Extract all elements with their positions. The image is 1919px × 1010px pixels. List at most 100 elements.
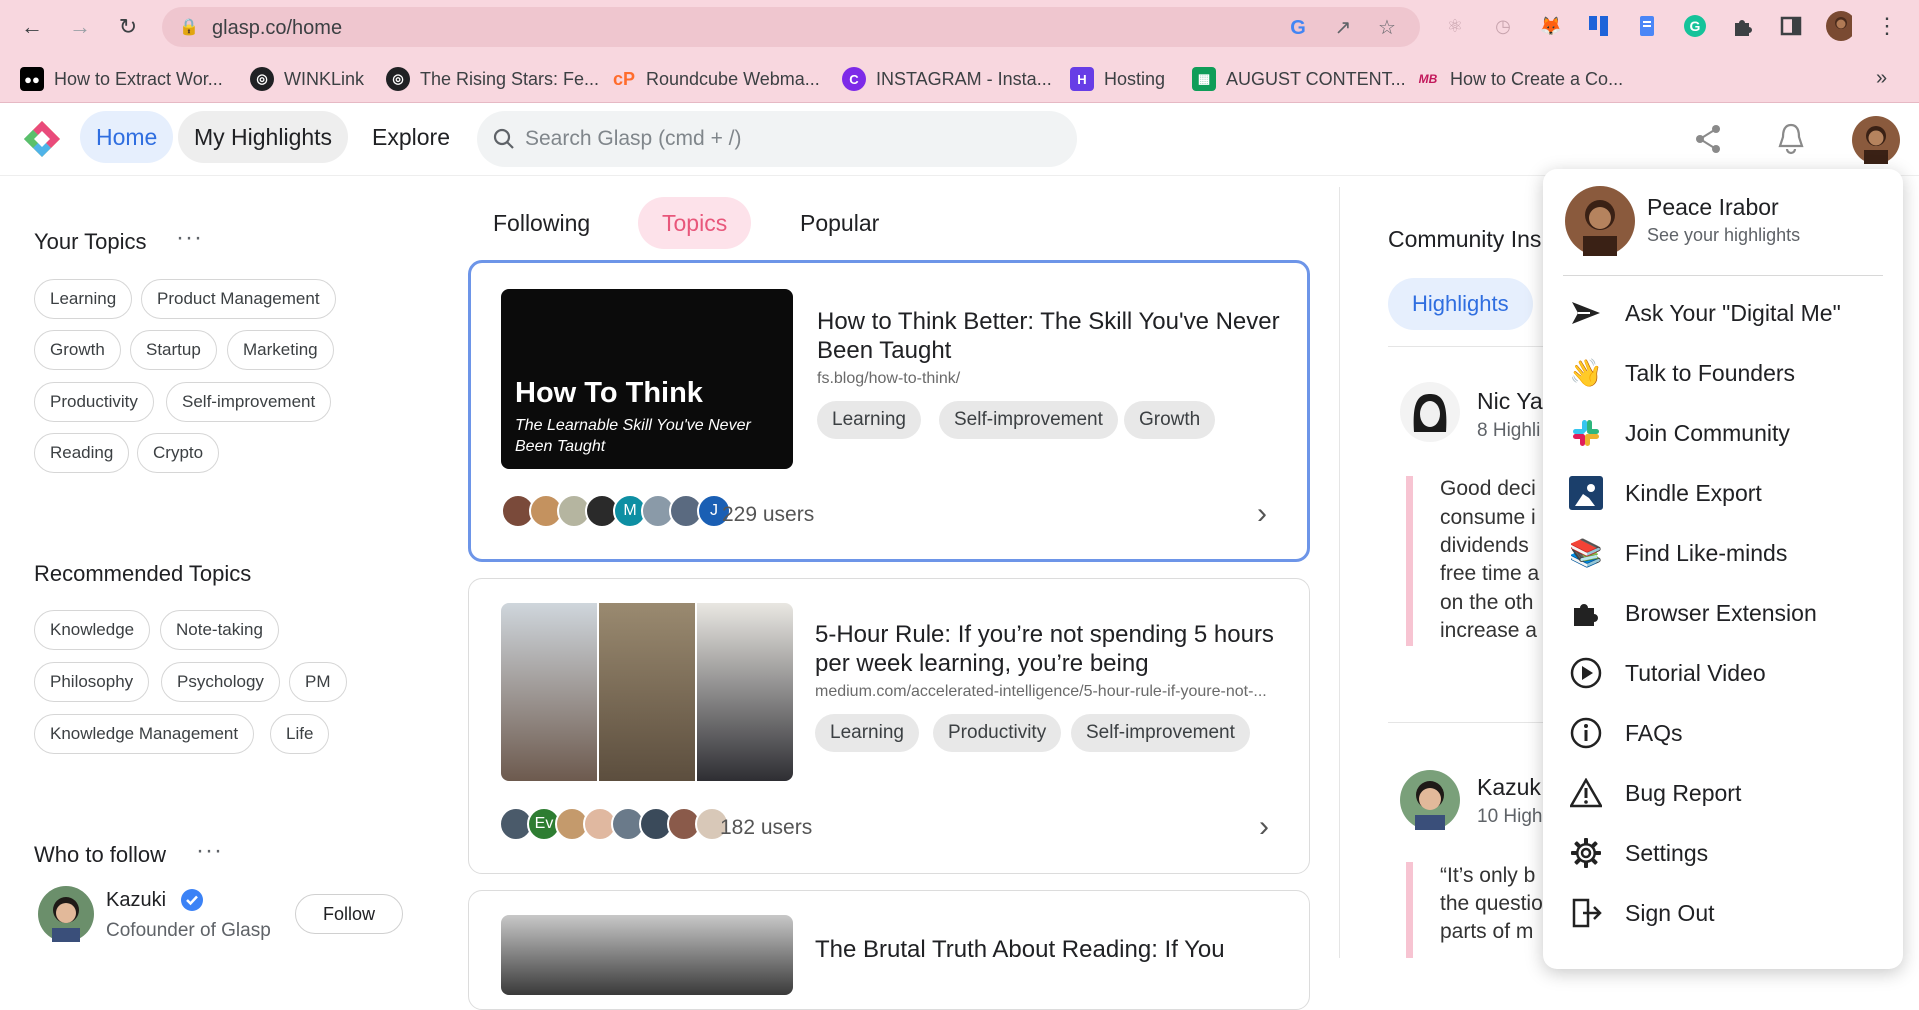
- topic-chip[interactable]: Growth: [34, 330, 121, 370]
- star-icon[interactable]: ☆: [1376, 17, 1398, 39]
- topic-chip[interactable]: PM: [289, 662, 347, 702]
- clock-extension-icon[interactable]: ◷: [1490, 13, 1516, 39]
- community-user-name[interactable]: Nic Ya: [1477, 388, 1543, 415]
- browser-menu-icon[interactable]: ⋮: [1874, 13, 1900, 39]
- users-count: 229 users: [722, 503, 815, 526]
- bookmarks-overflow-icon[interactable]: »: [1876, 67, 1887, 90]
- reader-avatars[interactable]: M J: [501, 494, 731, 528]
- menu-user-name[interactable]: Peace Irabor: [1647, 194, 1779, 221]
- profile-avatar[interactable]: [1826, 11, 1852, 41]
- topic-chip[interactable]: Reading: [34, 433, 130, 473]
- kazuki-avatar[interactable]: [1400, 770, 1460, 830]
- topic-tag[interactable]: Self-improvement: [1071, 714, 1250, 752]
- topic-chip[interactable]: Startup: [130, 330, 217, 370]
- community-user-name[interactable]: Kazuk: [1477, 774, 1541, 801]
- wave-icon: 👋: [1569, 358, 1603, 388]
- menu-user-avatar[interactable]: [1565, 186, 1635, 256]
- url-text[interactable]: glasp.co/home: [212, 17, 342, 40]
- bookmark-item[interactable]: C INSTAGRAM - Insta...: [842, 67, 1052, 91]
- article-thumbnail[interactable]: [501, 603, 793, 781]
- grammarly-icon[interactable]: G: [1682, 13, 1708, 39]
- bell-icon[interactable]: [1776, 122, 1806, 156]
- gear-icon: [1569, 836, 1603, 870]
- share-icon[interactable]: [1694, 124, 1722, 154]
- topic-chip[interactable]: Philosophy: [34, 662, 150, 702]
- topic-chip[interactable]: Productivity: [34, 382, 154, 422]
- nic-avatar[interactable]: [1400, 382, 1460, 442]
- menu-item-browser-extension[interactable]: Browser Extension: [1569, 596, 1817, 630]
- topic-chip[interactable]: Self-improvement: [166, 382, 332, 422]
- tab-following[interactable]: Following: [469, 197, 614, 249]
- google-icon[interactable]: G: [1287, 17, 1309, 39]
- topic-tag[interactable]: Learning: [815, 714, 919, 752]
- topic-chip[interactable]: Psychology: [161, 662, 280, 702]
- bookmark-item[interactable]: cP Roundcube Webma...: [612, 67, 820, 91]
- menu-item-ask-digital-me[interactable]: Ask Your "Digital Me": [1569, 296, 1841, 330]
- topic-tag[interactable]: Self-improvement: [939, 401, 1118, 439]
- article-thumbnail[interactable]: [501, 915, 793, 995]
- topic-chip[interactable]: Crypto: [137, 433, 220, 473]
- bookmark-item[interactable]: MB How to Create a Co...: [1416, 67, 1623, 91]
- nav-explore[interactable]: Explore: [356, 111, 466, 163]
- bookmark-item[interactable]: ◎ WINKLink: [250, 67, 364, 91]
- topic-chip[interactable]: Life: [270, 714, 330, 754]
- follow-name[interactable]: Kazuki: [106, 889, 166, 912]
- menu-item-settings[interactable]: Settings: [1569, 836, 1708, 870]
- side-panel-icon[interactable]: [1778, 13, 1804, 39]
- glasp-logo[interactable]: [22, 119, 62, 159]
- article-thumbnail[interactable]: How To Think The Learnable Skill You've …: [501, 289, 793, 469]
- chevron-right-icon[interactable]: ›: [1257, 497, 1267, 531]
- reload-icon[interactable]: ↻: [114, 13, 142, 41]
- menu-item-join-community[interactable]: Join Community: [1569, 416, 1790, 450]
- back-icon[interactable]: ←: [18, 13, 46, 41]
- article-card[interactable]: 5-Hour Rule: If you’re not spending 5 ho…: [468, 578, 1310, 874]
- topic-tag[interactable]: Growth: [1124, 401, 1216, 439]
- follow-button[interactable]: Follow: [295, 894, 403, 934]
- bookmark-item[interactable]: ●● How to Extract Wor...: [20, 67, 223, 91]
- atom-extension-icon[interactable]: ⚛: [1442, 13, 1468, 39]
- extensions-puzzle-icon[interactable]: [1730, 13, 1756, 39]
- article-card[interactable]: How To Think The Learnable Skill You've …: [468, 260, 1310, 562]
- tab-topics[interactable]: Topics: [638, 197, 752, 249]
- trello-extension-icon[interactable]: [1586, 13, 1612, 39]
- chevron-right-icon[interactable]: ›: [1259, 810, 1269, 844]
- topic-chip[interactable]: Note-taking: [160, 610, 279, 650]
- menu-item-bug-report[interactable]: Bug Report: [1569, 776, 1741, 810]
- kazuki-avatar[interactable]: [38, 886, 94, 942]
- menu-item-kindle-export[interactable]: Kindle Export: [1569, 476, 1762, 510]
- menu-item-tutorial-video[interactable]: Tutorial Video: [1569, 656, 1766, 690]
- share-icon[interactable]: ↗: [1332, 17, 1354, 39]
- menu-user-sub[interactable]: See your highlights: [1647, 225, 1800, 246]
- address-bar[interactable]: 🔒 glasp.co/home G ↗ ☆: [162, 7, 1420, 47]
- metamask-icon[interactable]: 🦊: [1538, 13, 1564, 39]
- topic-chip[interactable]: Product Management: [141, 279, 336, 319]
- nav-home[interactable]: Home: [80, 111, 174, 163]
- bookmark-item[interactable]: ▦ AUGUST CONTENT...: [1192, 67, 1406, 91]
- menu-item-talk-to-founders[interactable]: 👋 Talk to Founders: [1569, 356, 1795, 390]
- article-title[interactable]: The Brutal Truth About Reading: If You: [815, 935, 1285, 964]
- tab-highlights[interactable]: Highlights: [1388, 278, 1533, 330]
- user-avatar[interactable]: [1852, 116, 1900, 164]
- topic-chip[interactable]: Learning: [34, 279, 133, 319]
- bookmark-item[interactable]: H Hosting: [1070, 67, 1165, 91]
- search-input[interactable]: Search Glasp (cmd + /): [477, 111, 1077, 167]
- bookmark-item[interactable]: ◎ The Rising Stars: Fe...: [386, 67, 599, 91]
- more-options-icon[interactable]: ···: [176, 224, 203, 252]
- topic-chip[interactable]: Marketing: [227, 330, 334, 370]
- tab-popular[interactable]: Popular: [776, 197, 903, 249]
- topic-chip[interactable]: Knowledge: [34, 610, 151, 650]
- nav-my-highlights[interactable]: My Highlights: [178, 111, 349, 163]
- menu-item-find-like-minds[interactable]: 📚 Find Like-minds: [1569, 536, 1787, 570]
- article-title[interactable]: 5-Hour Rule: If you’re not spending 5 ho…: [815, 620, 1285, 678]
- topic-chip[interactable]: Knowledge Management: [34, 714, 255, 754]
- topic-tag[interactable]: Learning: [817, 401, 921, 439]
- article-title[interactable]: How to Think Better: The Skill You've Ne…: [817, 307, 1287, 365]
- menu-item-faqs[interactable]: FAQs: [1569, 716, 1683, 750]
- more-options-icon[interactable]: ···: [196, 837, 223, 865]
- article-card[interactable]: The Brutal Truth About Reading: If You: [468, 890, 1310, 1010]
- menu-item-sign-out[interactable]: Sign Out: [1569, 896, 1715, 930]
- reader-avatars[interactable]: Ev: [499, 807, 729, 841]
- forward-icon[interactable]: →: [66, 13, 94, 41]
- topic-tag[interactable]: Productivity: [933, 714, 1062, 752]
- docs-extension-icon[interactable]: [1634, 13, 1660, 39]
